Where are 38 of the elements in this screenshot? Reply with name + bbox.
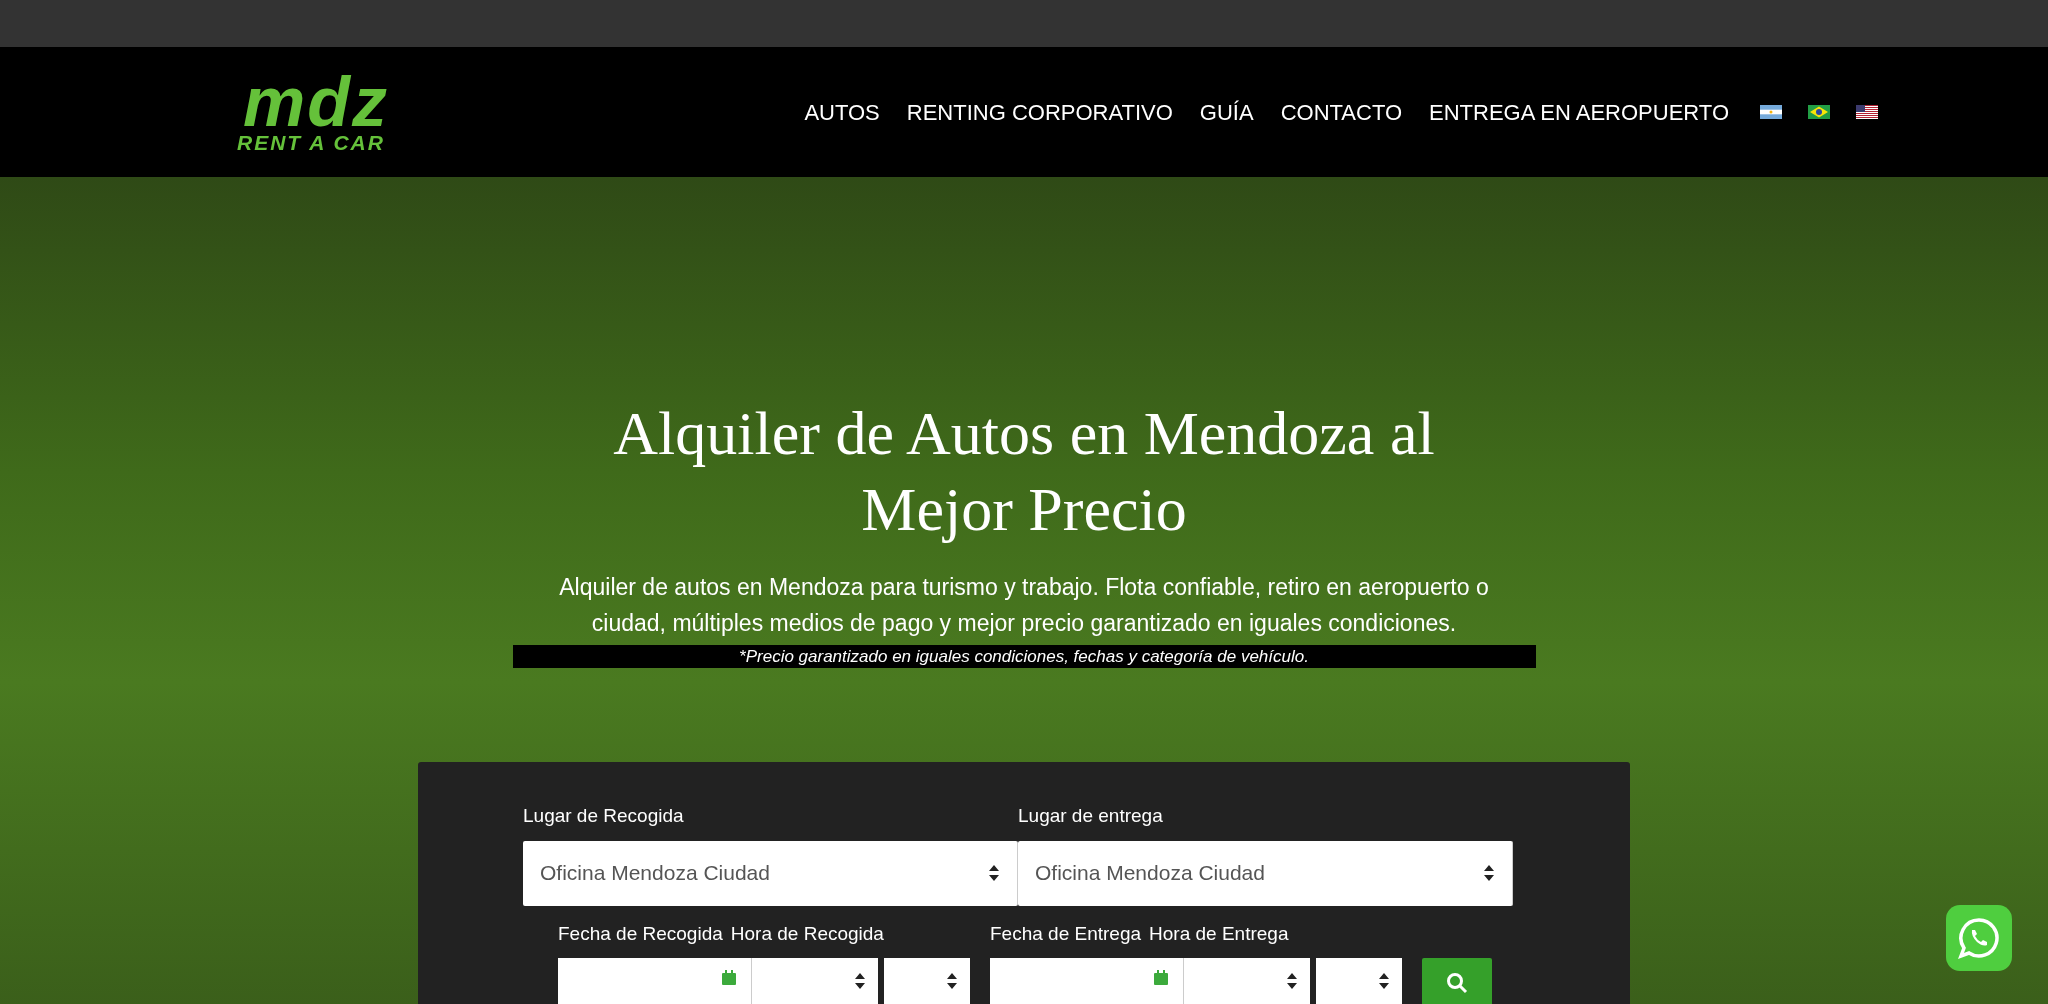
field-label: Fecha de Recogida <box>558 921 723 946</box>
sort-caret-icon <box>946 972 958 990</box>
date-field[interactable] <box>990 958 1184 1004</box>
search-icon <box>1446 972 1468 994</box>
select-value: Oficina Mendoza Ciudad <box>1035 860 1265 887</box>
whatsapp-button[interactable] <box>1946 905 2012 971</box>
field-label: Hora de Entrega <box>1149 921 1289 946</box>
field-label: Fecha de Entrega <box>990 921 1142 946</box>
nav-link[interactable]: AUTOS <box>804 95 880 129</box>
sort-caret-icon <box>1286 972 1298 990</box>
nav-link[interactable]: ENTREGA EN AEROPUERTO <box>1429 95 1729 129</box>
logo[interactable]: mdz RENT A CAR <box>237 71 389 153</box>
sort-caret-icon <box>988 864 1000 882</box>
date-field[interactable] <box>558 958 752 1004</box>
location-select[interactable]: Oficina Mendoza Ciudad <box>523 840 1018 906</box>
brazil-flag-icon[interactable] <box>1808 105 1830 119</box>
logo-subtitle: RENT A CAR <box>237 131 385 153</box>
price-disclaimer: *Precio garantizado en iguales condiciones, fechas y categoría de vehículo. <box>512 645 1536 668</box>
hero-subtitle: Alquiler de autos en Mendoza para turismo y trabajo. Flota confiable, retiro en aeropuerto o ciudad, múltiples medios de pago y mejor precio garantizado en iguales condiciones. <box>558 573 1490 638</box>
logo-title: mdz <box>243 71 389 132</box>
field-label: Hora de Recogida <box>730 921 884 946</box>
chat-phone-icon <box>1957 916 2001 960</box>
calendar-icon <box>1153 970 1169 986</box>
nav-link[interactable]: GUÍA <box>1199 95 1254 129</box>
location-select[interactable]: Oficina Mendoza Ciudad <box>1018 840 1513 906</box>
usa-flag-icon[interactable] <box>1856 105 1878 119</box>
hero-title: Alquiler de Autos en Mendoza al Mejor Precio <box>612 398 1436 545</box>
sort-caret-icon <box>854 972 866 990</box>
argentina-flag-icon[interactable] <box>1760 105 1782 119</box>
sort-caret-icon <box>1483 864 1495 882</box>
search-button[interactable] <box>1422 958 1492 1004</box>
field-label: Lugar de entrega <box>1018 804 1164 828</box>
sort-caret-icon <box>1378 972 1390 990</box>
select-value: Oficina Mendoza Ciudad <box>540 860 770 887</box>
nav-link[interactable]: RENTING CORPORATIVO <box>906 95 1173 129</box>
nav-link[interactable]: CONTACTO <box>1280 95 1403 129</box>
field-label: Lugar de Recogida <box>523 804 685 828</box>
calendar-icon <box>721 970 737 986</box>
